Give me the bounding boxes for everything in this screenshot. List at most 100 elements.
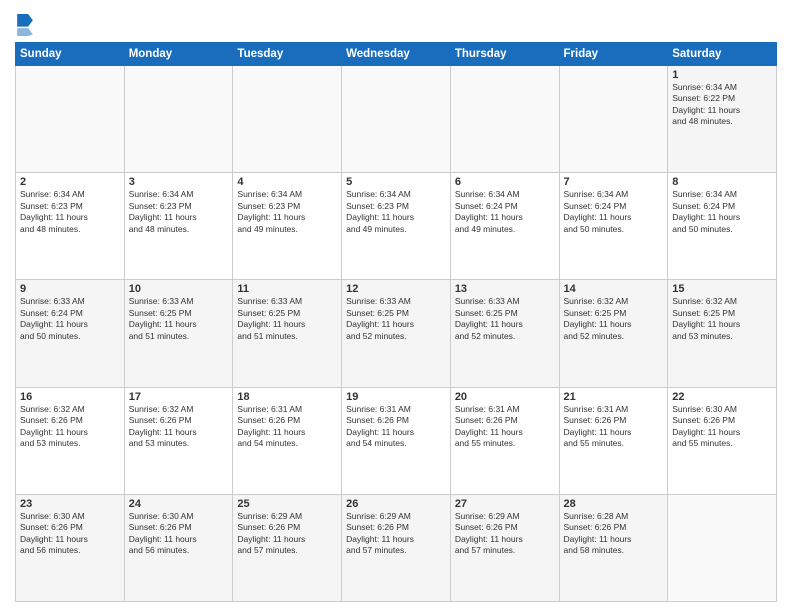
day-number: 8 xyxy=(672,176,772,188)
day-number: 24 xyxy=(129,498,229,510)
day-info: Sunrise: 6:28 AM Sunset: 6:26 PM Dayligh… xyxy=(564,511,664,557)
day-number: 20 xyxy=(455,391,555,403)
day-info: Sunrise: 6:31 AM Sunset: 6:26 PM Dayligh… xyxy=(455,404,555,450)
calendar-cell: 27Sunrise: 6:29 AM Sunset: 6:26 PM Dayli… xyxy=(450,494,559,601)
calendar-cell xyxy=(233,66,342,173)
calendar-cell: 5Sunrise: 6:34 AM Sunset: 6:23 PM Daylig… xyxy=(342,173,451,280)
day-number: 22 xyxy=(672,391,772,403)
calendar-cell: 26Sunrise: 6:29 AM Sunset: 6:26 PM Dayli… xyxy=(342,494,451,601)
col-header-thursday: Thursday xyxy=(450,43,559,66)
day-number: 16 xyxy=(20,391,120,403)
col-header-monday: Monday xyxy=(124,43,233,66)
calendar-cell xyxy=(342,66,451,173)
day-info: Sunrise: 6:33 AM Sunset: 6:25 PM Dayligh… xyxy=(455,296,555,342)
calendar-week-2: 2Sunrise: 6:34 AM Sunset: 6:23 PM Daylig… xyxy=(16,173,777,280)
calendar-cell: 8Sunrise: 6:34 AM Sunset: 6:24 PM Daylig… xyxy=(668,173,777,280)
day-info: Sunrise: 6:32 AM Sunset: 6:25 PM Dayligh… xyxy=(672,296,772,342)
col-header-friday: Friday xyxy=(559,43,668,66)
calendar-cell xyxy=(450,66,559,173)
day-number: 25 xyxy=(237,498,337,510)
day-number: 17 xyxy=(129,391,229,403)
calendar-cell: 9Sunrise: 6:33 AM Sunset: 6:24 PM Daylig… xyxy=(16,280,125,387)
calendar-cell: 15Sunrise: 6:32 AM Sunset: 6:25 PM Dayli… xyxy=(668,280,777,387)
day-number: 10 xyxy=(129,283,229,295)
day-info: Sunrise: 6:34 AM Sunset: 6:23 PM Dayligh… xyxy=(20,189,120,235)
day-info: Sunrise: 6:34 AM Sunset: 6:24 PM Dayligh… xyxy=(672,189,772,235)
calendar-cell: 2Sunrise: 6:34 AM Sunset: 6:23 PM Daylig… xyxy=(16,173,125,280)
day-number: 14 xyxy=(564,283,664,295)
calendar-cell: 6Sunrise: 6:34 AM Sunset: 6:24 PM Daylig… xyxy=(450,173,559,280)
day-info: Sunrise: 6:32 AM Sunset: 6:25 PM Dayligh… xyxy=(564,296,664,342)
day-info: Sunrise: 6:34 AM Sunset: 6:24 PM Dayligh… xyxy=(455,189,555,235)
day-info: Sunrise: 6:29 AM Sunset: 6:26 PM Dayligh… xyxy=(237,511,337,557)
day-info: Sunrise: 6:34 AM Sunset: 6:23 PM Dayligh… xyxy=(237,189,337,235)
logo-icon xyxy=(17,14,33,36)
day-info: Sunrise: 6:31 AM Sunset: 6:26 PM Dayligh… xyxy=(564,404,664,450)
day-info: Sunrise: 6:34 AM Sunset: 6:23 PM Dayligh… xyxy=(346,189,446,235)
day-info: Sunrise: 6:34 AM Sunset: 6:23 PM Dayligh… xyxy=(129,189,229,235)
calendar-cell: 20Sunrise: 6:31 AM Sunset: 6:26 PM Dayli… xyxy=(450,387,559,494)
calendar-cell: 1Sunrise: 6:34 AM Sunset: 6:22 PM Daylig… xyxy=(668,66,777,173)
calendar-cell: 13Sunrise: 6:33 AM Sunset: 6:25 PM Dayli… xyxy=(450,280,559,387)
calendar-cell: 11Sunrise: 6:33 AM Sunset: 6:25 PM Dayli… xyxy=(233,280,342,387)
calendar-cell: 23Sunrise: 6:30 AM Sunset: 6:26 PM Dayli… xyxy=(16,494,125,601)
day-info: Sunrise: 6:33 AM Sunset: 6:25 PM Dayligh… xyxy=(346,296,446,342)
col-header-saturday: Saturday xyxy=(668,43,777,66)
day-number: 12 xyxy=(346,283,446,295)
calendar-cell: 19Sunrise: 6:31 AM Sunset: 6:26 PM Dayli… xyxy=(342,387,451,494)
calendar-cell: 3Sunrise: 6:34 AM Sunset: 6:23 PM Daylig… xyxy=(124,173,233,280)
col-header-wednesday: Wednesday xyxy=(342,43,451,66)
calendar-cell: 10Sunrise: 6:33 AM Sunset: 6:25 PM Dayli… xyxy=(124,280,233,387)
day-number: 13 xyxy=(455,283,555,295)
day-number: 9 xyxy=(20,283,120,295)
calendar-cell: 7Sunrise: 6:34 AM Sunset: 6:24 PM Daylig… xyxy=(559,173,668,280)
day-number: 15 xyxy=(672,283,772,295)
day-info: Sunrise: 6:30 AM Sunset: 6:26 PM Dayligh… xyxy=(129,511,229,557)
day-number: 21 xyxy=(564,391,664,403)
calendar-week-1: 1Sunrise: 6:34 AM Sunset: 6:22 PM Daylig… xyxy=(16,66,777,173)
day-info: Sunrise: 6:30 AM Sunset: 6:26 PM Dayligh… xyxy=(20,511,120,557)
day-number: 11 xyxy=(237,283,337,295)
day-info: Sunrise: 6:30 AM Sunset: 6:26 PM Dayligh… xyxy=(672,404,772,450)
calendar: SundayMondayTuesdayWednesdayThursdayFrid… xyxy=(15,42,777,602)
calendar-cell: 18Sunrise: 6:31 AM Sunset: 6:26 PM Dayli… xyxy=(233,387,342,494)
day-info: Sunrise: 6:33 AM Sunset: 6:24 PM Dayligh… xyxy=(20,296,120,342)
day-info: Sunrise: 6:33 AM Sunset: 6:25 PM Dayligh… xyxy=(129,296,229,342)
header xyxy=(15,10,777,36)
calendar-cell xyxy=(559,66,668,173)
calendar-cell: 28Sunrise: 6:28 AM Sunset: 6:26 PM Dayli… xyxy=(559,494,668,601)
day-info: Sunrise: 6:32 AM Sunset: 6:26 PM Dayligh… xyxy=(129,404,229,450)
day-number: 7 xyxy=(564,176,664,188)
day-number: 6 xyxy=(455,176,555,188)
day-number: 3 xyxy=(129,176,229,188)
day-number: 2 xyxy=(20,176,120,188)
calendar-cell xyxy=(16,66,125,173)
day-number: 1 xyxy=(672,69,772,81)
page: SundayMondayTuesdayWednesdayThursdayFrid… xyxy=(0,0,792,612)
col-header-tuesday: Tuesday xyxy=(233,43,342,66)
day-info: Sunrise: 6:32 AM Sunset: 6:26 PM Dayligh… xyxy=(20,404,120,450)
day-info: Sunrise: 6:29 AM Sunset: 6:26 PM Dayligh… xyxy=(346,511,446,557)
calendar-cell: 21Sunrise: 6:31 AM Sunset: 6:26 PM Dayli… xyxy=(559,387,668,494)
calendar-week-5: 23Sunrise: 6:30 AM Sunset: 6:26 PM Dayli… xyxy=(16,494,777,601)
calendar-header-row: SundayMondayTuesdayWednesdayThursdayFrid… xyxy=(16,43,777,66)
calendar-week-3: 9Sunrise: 6:33 AM Sunset: 6:24 PM Daylig… xyxy=(16,280,777,387)
day-info: Sunrise: 6:31 AM Sunset: 6:26 PM Dayligh… xyxy=(346,404,446,450)
calendar-cell xyxy=(124,66,233,173)
calendar-cell: 12Sunrise: 6:33 AM Sunset: 6:25 PM Dayli… xyxy=(342,280,451,387)
col-header-sunday: Sunday xyxy=(16,43,125,66)
day-info: Sunrise: 6:29 AM Sunset: 6:26 PM Dayligh… xyxy=(455,511,555,557)
calendar-cell xyxy=(668,494,777,601)
day-info: Sunrise: 6:31 AM Sunset: 6:26 PM Dayligh… xyxy=(237,404,337,450)
day-number: 4 xyxy=(237,176,337,188)
day-number: 27 xyxy=(455,498,555,510)
day-number: 5 xyxy=(346,176,446,188)
day-info: Sunrise: 6:34 AM Sunset: 6:22 PM Dayligh… xyxy=(672,82,772,128)
calendar-cell: 17Sunrise: 6:32 AM Sunset: 6:26 PM Dayli… xyxy=(124,387,233,494)
calendar-cell: 25Sunrise: 6:29 AM Sunset: 6:26 PM Dayli… xyxy=(233,494,342,601)
calendar-cell: 24Sunrise: 6:30 AM Sunset: 6:26 PM Dayli… xyxy=(124,494,233,601)
day-number: 19 xyxy=(346,391,446,403)
calendar-cell: 4Sunrise: 6:34 AM Sunset: 6:23 PM Daylig… xyxy=(233,173,342,280)
day-number: 18 xyxy=(237,391,337,403)
calendar-cell: 14Sunrise: 6:32 AM Sunset: 6:25 PM Dayli… xyxy=(559,280,668,387)
